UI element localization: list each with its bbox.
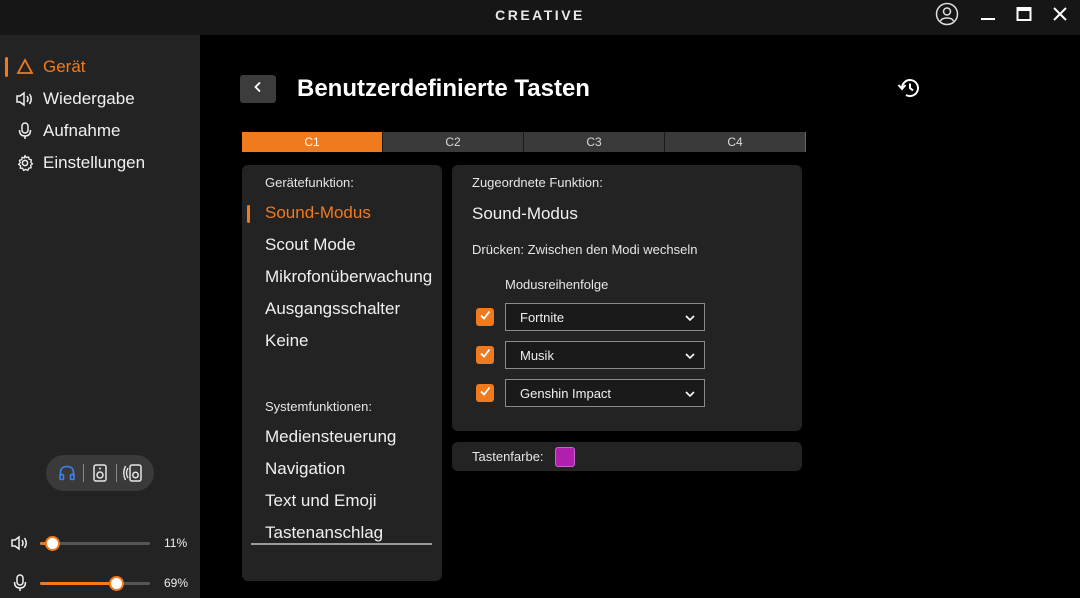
key-tabs: C1 C2 C3 C4 (242, 132, 806, 152)
reset-icon (897, 75, 923, 106)
surround-speaker-icon[interactable] (122, 462, 144, 484)
tab-c3[interactable]: C3 (524, 132, 665, 152)
function-item-ausgangsschalter[interactable]: Ausgangsschalter (265, 299, 400, 319)
mode-select[interactable]: Genshin Impact (505, 379, 705, 407)
sidebar-item-label: Wiedergabe (43, 89, 135, 108)
mic-value: 69% (164, 576, 189, 590)
function-item-tastenanschlag[interactable]: Tastenanschlag (265, 523, 383, 543)
mode-row: Genshin Impact (476, 379, 706, 407)
function-item-text-und-emoji[interactable]: Text und Emoji (265, 491, 377, 511)
maximize-icon (1016, 6, 1032, 27)
assigned-function-value: Sound-Modus (472, 204, 578, 223)
speaker-icon (10, 533, 30, 553)
mic-slider-row: 69% (0, 571, 200, 595)
mode-select[interactable]: Fortnite (505, 303, 705, 331)
sidebar-item-label: Gerät (43, 57, 86, 76)
mode-select[interactable]: Musik (505, 341, 705, 369)
close-button[interactable] (1045, 3, 1075, 29)
checkmark-icon (479, 346, 491, 364)
mode-checkbox[interactable] (476, 384, 494, 402)
chevron-down-icon (684, 350, 696, 362)
close-icon (1052, 6, 1068, 27)
speaker-icon (15, 89, 35, 109)
function-item-keine[interactable]: Keine (265, 331, 308, 351)
checkmark-icon (479, 384, 491, 402)
function-item-mediensteuerung[interactable]: Mediensteuerung (265, 427, 396, 447)
mic-slider[interactable] (40, 576, 150, 591)
account-icon (935, 2, 959, 31)
app-logo: CREATIVE (495, 7, 585, 23)
mode-checkbox[interactable] (476, 308, 494, 326)
assigned-function-description: Drücken: Zwischen den Modi wechseln (472, 242, 698, 257)
volume-value: 11% (164, 536, 188, 550)
sidebar-item-einstellungen[interactable]: Einstellungen (0, 149, 200, 177)
sidebar-item-wiedergabe[interactable]: Wiedergabe (0, 85, 200, 113)
sidebar-item-label: Einstellungen (43, 153, 146, 172)
account-button[interactable] (932, 2, 962, 31)
mode-select-value: Genshin Impact (520, 385, 612, 401)
reset-button[interactable] (896, 76, 924, 104)
headphones-icon[interactable] (56, 462, 78, 484)
mode-select-value: Musik (520, 347, 554, 363)
chevron-left-icon (252, 80, 264, 98)
tab-c4[interactable]: C4 (665, 132, 806, 152)
microphone-icon (15, 121, 35, 141)
title-bar: CREATIVE (0, 0, 1080, 35)
mic-slider-handle[interactable] (108, 576, 124, 591)
function-item-mikrofonueberwachung[interactable]: Mikrofonüberwachung (265, 267, 432, 287)
sidebar-item-geraet[interactable]: Gerät (0, 53, 200, 81)
speaker-box-icon[interactable] (89, 462, 111, 484)
chevron-down-icon (684, 388, 696, 400)
key-color-swatch[interactable] (555, 447, 575, 467)
chevron-down-icon (684, 312, 696, 324)
key-color-panel: Tastenfarbe: (452, 442, 802, 471)
volume-slider-handle[interactable] (45, 536, 61, 551)
sidebar-item-aufnahme[interactable]: Aufnahme (0, 117, 200, 145)
microphone-icon (10, 573, 30, 593)
gear-icon (15, 153, 35, 173)
checkmark-icon (479, 308, 491, 326)
tab-c1[interactable]: C1 (242, 132, 383, 152)
mic-slider-fill (40, 582, 116, 585)
minimize-button[interactable] (973, 3, 1003, 29)
system-functions-label: Systemfunktionen: (265, 399, 372, 414)
minimize-icon (980, 6, 996, 27)
maximize-button[interactable] (1009, 3, 1039, 29)
function-item-sound-modus[interactable]: Sound-Modus (247, 203, 371, 223)
mode-order-label: Modusreihenfolge (505, 277, 609, 292)
page-title: Benutzerdefinierte Tasten (297, 75, 590, 102)
scrollbar[interactable] (251, 543, 432, 545)
volume-slider-row: 11% (0, 531, 200, 555)
output-selector (46, 455, 154, 491)
device-functions-label: Gerätefunktion: (265, 175, 354, 190)
sidebar: Gerät Wiedergabe Aufnahme Einstellungen (0, 35, 200, 598)
volume-slider[interactable] (40, 536, 150, 551)
mode-row: Musik (476, 341, 706, 369)
function-item-scout-mode[interactable]: Scout Mode (265, 235, 356, 255)
divider (83, 464, 85, 482)
divider (115, 464, 117, 482)
assigned-function-label: Zugeordnete Funktion: (472, 175, 603, 190)
back-button[interactable] (240, 75, 276, 103)
assigned-function-panel: Zugeordnete Funktion: Sound-Modus Drücke… (452, 165, 802, 431)
function-list-panel: Gerätefunktion: Sound-Modus Scout Mode M… (242, 165, 442, 581)
function-item-navigation[interactable]: Navigation (265, 459, 345, 479)
mode-select-value: Fortnite (520, 309, 565, 325)
sidebar-item-label: Aufnahme (43, 121, 121, 140)
mode-row: Fortnite (476, 303, 706, 331)
mode-checkbox[interactable] (476, 346, 494, 364)
device-icon (15, 57, 35, 77)
key-color-label: Tastenfarbe: (472, 449, 544, 464)
tab-c2[interactable]: C2 (383, 132, 524, 152)
